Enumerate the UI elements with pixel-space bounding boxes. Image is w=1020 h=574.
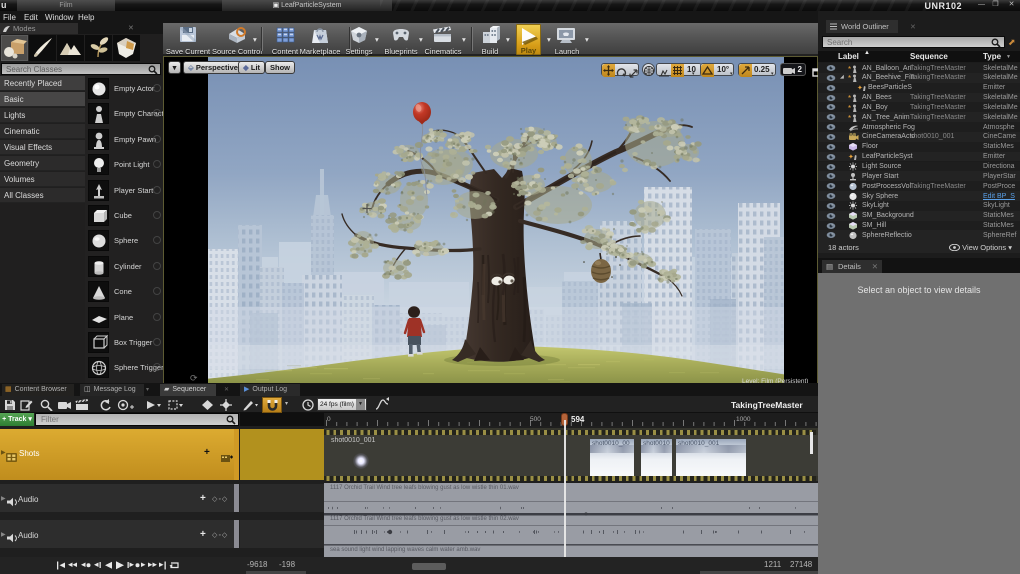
svg-text:⟳: ⟳ [190, 373, 198, 383]
svg-text:✦: ✦ [848, 153, 854, 161]
svg-text:*: * [848, 94, 851, 102]
svg-text:*: * [848, 65, 851, 73]
svg-text:*: * [848, 104, 851, 112]
svg-text:*: * [848, 74, 851, 82]
svg-text:✦: ✦ [857, 84, 863, 92]
svg-text:*: * [848, 114, 851, 122]
